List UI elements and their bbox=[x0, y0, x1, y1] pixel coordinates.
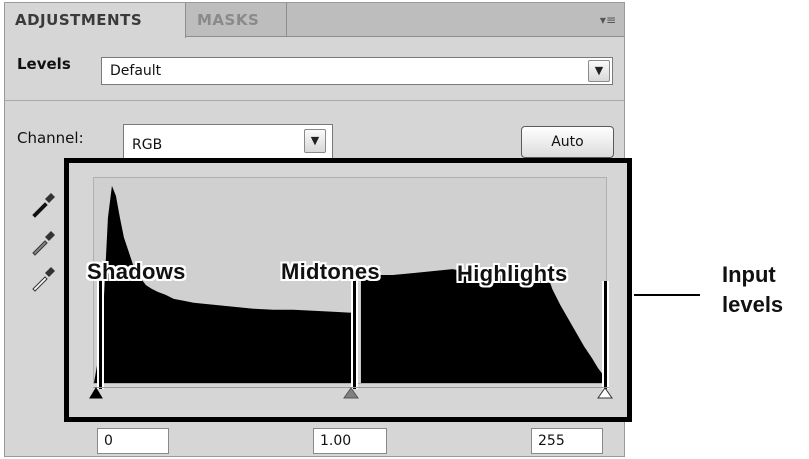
input-levels-callout: Input levels bbox=[722, 260, 783, 320]
preset-select[interactable]: Default ▼ bbox=[101, 57, 613, 85]
tab-bar: ADJUSTMENTS MASKS ▾≡ bbox=[5, 3, 624, 38]
callout-line-1: Input bbox=[722, 262, 776, 287]
callout-line bbox=[634, 294, 700, 296]
tab-masks[interactable]: MASKS bbox=[187, 3, 287, 37]
midtones-slider-handle[interactable] bbox=[343, 387, 359, 399]
divider bbox=[5, 100, 624, 101]
highlights-input[interactable]: 255 bbox=[531, 428, 603, 454]
midtones-label: Midtones bbox=[281, 259, 380, 284]
panel-menu-icon[interactable]: ▾≡ bbox=[596, 13, 616, 27]
levels-label: Levels bbox=[17, 55, 71, 73]
shadows-marker bbox=[99, 281, 102, 389]
highlights-slider-handle[interactable] bbox=[597, 387, 613, 399]
white-point-eyedropper-icon[interactable] bbox=[29, 265, 57, 293]
highlights-marker bbox=[604, 281, 607, 389]
shadows-slider-handle[interactable] bbox=[89, 387, 103, 399]
channel-select[interactable]: RGB ▼ bbox=[123, 124, 333, 160]
chevron-down-icon[interactable]: ▼ bbox=[304, 129, 326, 153]
gray-point-eyedropper-icon[interactable] bbox=[29, 229, 57, 257]
chevron-down-icon[interactable]: ▼ bbox=[588, 60, 610, 82]
auto-button[interactable]: Auto bbox=[521, 126, 614, 158]
preset-value: Default bbox=[110, 63, 162, 79]
histogram-callout-frame: Shadows Midtones Highlights bbox=[64, 158, 632, 422]
midtones-marker bbox=[353, 281, 356, 389]
black-point-eyedropper-icon[interactable] bbox=[29, 191, 57, 219]
shadows-input[interactable]: 0 bbox=[97, 428, 169, 454]
channel-label: Channel: bbox=[17, 129, 84, 147]
shadows-label: Shadows bbox=[87, 259, 186, 284]
highlights-label: Highlights bbox=[457, 261, 568, 286]
midtones-input[interactable]: 1.00 bbox=[313, 428, 387, 454]
tab-adjustments[interactable]: ADJUSTMENTS bbox=[5, 3, 186, 38]
callout-line-2: levels bbox=[722, 292, 784, 317]
